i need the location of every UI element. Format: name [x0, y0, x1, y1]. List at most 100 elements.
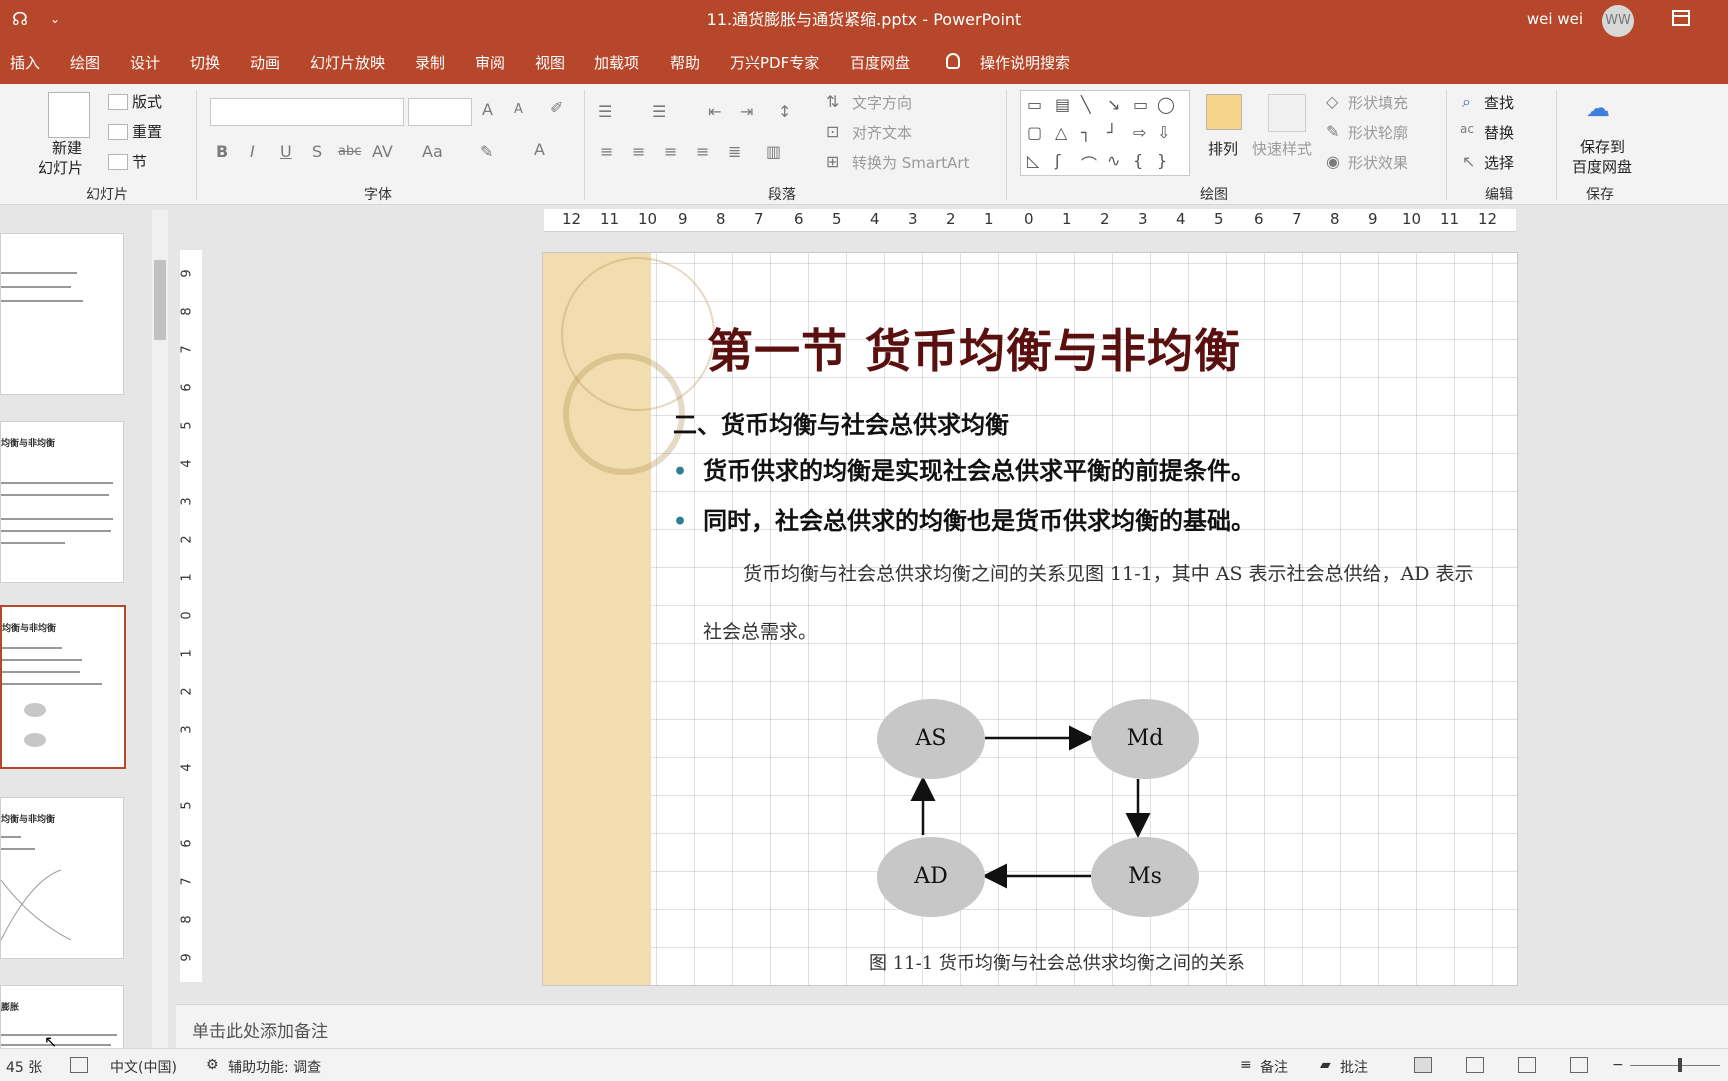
align-right-icon[interactable]: ≡: [664, 142, 677, 161]
oval-icon[interactable]: ◯: [1157, 95, 1175, 114]
replace-button[interactable]: 替换: [1484, 122, 1514, 143]
arrange-icon[interactable]: [1206, 94, 1242, 130]
tab-animations[interactable]: 动画: [250, 42, 280, 84]
align-text-button[interactable]: 对齐文本: [852, 122, 912, 143]
numbering-icon[interactable]: ☰: [652, 102, 666, 121]
scrollbar-thumb[interactable]: [154, 260, 166, 340]
left-brace-icon[interactable]: {: [1133, 151, 1143, 170]
tab-help[interactable]: 帮助: [670, 42, 700, 84]
curve-icon[interactable]: ∿: [1107, 151, 1120, 170]
vertical-textbox-icon[interactable]: ▤: [1055, 95, 1070, 114]
shrink-font-icon[interactable]: A: [514, 102, 523, 117]
reading-view-icon[interactable]: [1518, 1057, 1536, 1073]
font-color-button[interactable]: A: [534, 140, 545, 159]
user-name[interactable]: wei wei: [1527, 10, 1583, 28]
tab-transitions[interactable]: 切换: [190, 42, 220, 84]
normal-view-icon[interactable]: [1414, 1057, 1432, 1073]
new-slide-icon[interactable]: [48, 92, 90, 138]
slide-thumbnail[interactable]: 均衡与非均衡: [0, 421, 124, 583]
shape-fill-button[interactable]: 形状填充: [1348, 92, 1408, 113]
elbow-connector-icon[interactable]: ┘: [1107, 123, 1117, 142]
connector-icon[interactable]: ┐: [1081, 123, 1091, 142]
tab-record[interactable]: 录制: [415, 42, 445, 84]
clear-formatting-icon[interactable]: ✐: [550, 98, 563, 117]
scribble-icon[interactable]: ʃ: [1055, 151, 1060, 170]
accessibility-status[interactable]: 辅助功能: 调查: [228, 1057, 321, 1077]
character-spacing-button[interactable]: AV: [372, 142, 393, 161]
arrange-button[interactable]: 排列: [1208, 138, 1238, 159]
rounded-rect-icon[interactable]: ▢: [1027, 123, 1042, 142]
down-arrow-icon[interactable]: ⇩: [1157, 123, 1170, 142]
comments-toggle[interactable]: 批注: [1340, 1057, 1368, 1077]
slide-thumbnail[interactable]: [0, 233, 124, 395]
change-case-button[interactable]: Aa: [422, 142, 443, 161]
grow-font-icon[interactable]: A: [482, 100, 493, 119]
diagram-node-ms[interactable]: Ms: [1091, 837, 1199, 917]
quick-styles-icon[interactable]: [1268, 94, 1306, 132]
shape-outline-button[interactable]: 形状轮廓: [1348, 122, 1408, 143]
tab-slideshow[interactable]: 幻灯片放映: [310, 42, 385, 84]
avatar[interactable]: WW: [1602, 5, 1634, 37]
arc-icon[interactable]: ⌒: [1081, 151, 1097, 175]
align-left-icon[interactable]: ≡: [600, 142, 613, 161]
save-to-label-2[interactable]: 百度网盘: [1572, 156, 1632, 177]
zoom-slider-thumb[interactable]: [1678, 1058, 1682, 1072]
spelling-check-icon[interactable]: [70, 1057, 88, 1073]
layout-button[interactable]: 版式: [132, 91, 162, 112]
align-center-icon[interactable]: ≡: [632, 142, 645, 161]
convert-smartart-button[interactable]: 转换为 SmartArt: [852, 152, 969, 173]
slide-thumbnail-selected[interactable]: 均衡与非均衡: [0, 605, 126, 769]
slide-sorter-icon[interactable]: [1466, 1057, 1484, 1073]
tab-review[interactable]: 审阅: [475, 42, 505, 84]
baidu-cloud-icon[interactable]: ☁: [1586, 94, 1610, 122]
thumbnail-scrollbar[interactable]: [152, 210, 168, 1048]
tab-baidu-netdisk[interactable]: 百度网盘: [850, 42, 910, 84]
find-button[interactable]: 查找: [1484, 92, 1514, 113]
strikethrough-button[interactable]: abc: [338, 144, 361, 159]
triangle-icon[interactable]: △: [1055, 123, 1067, 142]
arrow-line-icon[interactable]: ↘: [1107, 95, 1120, 114]
new-slide-label-1[interactable]: 新建: [52, 137, 82, 158]
right-brace-icon[interactable]: }: [1157, 151, 1167, 170]
notes-toggle[interactable]: 备注: [1260, 1057, 1288, 1077]
rectangle-icon[interactable]: ▭: [1133, 95, 1148, 114]
bullets-icon[interactable]: ☰: [598, 102, 612, 121]
increase-indent-icon[interactable]: ⇥: [740, 102, 753, 121]
reset-button[interactable]: 重置: [132, 121, 162, 142]
font-size-input[interactable]: [408, 98, 472, 126]
highlight-icon[interactable]: ✎: [480, 142, 493, 161]
tab-draw[interactable]: 绘图: [70, 42, 100, 84]
diagram-node-ad[interactable]: AD: [877, 837, 985, 917]
tab-design[interactable]: 设计: [130, 42, 160, 84]
line-spacing-icon[interactable]: ↕: [778, 102, 791, 121]
decrease-indent-icon[interactable]: ⇤: [708, 102, 721, 121]
underline-button[interactable]: U: [280, 142, 292, 161]
figure-caption[interactable]: 图 11-1 货币均衡与社会总供求均衡之间的关系: [869, 949, 1245, 975]
tab-insert[interactable]: 插入: [10, 42, 40, 84]
justify-icon[interactable]: ≡: [696, 142, 709, 161]
columns-icon[interactable]: ▥: [766, 142, 781, 161]
italic-button[interactable]: I: [250, 142, 255, 161]
textbox-icon[interactable]: ▭: [1027, 95, 1042, 114]
line-icon[interactable]: ╲: [1081, 95, 1091, 114]
notes-placeholder[interactable]: 单击此处添加备注: [192, 1017, 328, 1042]
shape-effects-button[interactable]: 形状效果: [1348, 152, 1408, 173]
text-shadow-button[interactable]: S: [312, 142, 322, 161]
distributed-icon[interactable]: ≣: [728, 142, 741, 161]
tab-view[interactable]: 视图: [535, 42, 565, 84]
ribbon-display-options-icon[interactable]: [1672, 10, 1690, 26]
section-button[interactable]: 节: [132, 151, 147, 172]
font-name-input[interactable]: [210, 98, 404, 126]
freeform-icon[interactable]: ◺: [1027, 151, 1039, 170]
zoom-slider[interactable]: [1630, 1065, 1720, 1066]
new-slide-label-2[interactable]: 幻灯片: [38, 157, 83, 178]
slide-thumbnail[interactable]: 膨胀: [0, 985, 124, 1057]
zoom-out-icon[interactable]: −: [1612, 1057, 1624, 1073]
slide-thumbnail[interactable]: 均衡与非均衡: [0, 797, 124, 959]
slide-canvas[interactable]: 第一节 货币均衡与非均衡 二、货币均衡与社会总供求均衡 • 货币供求的均衡是实现社…: [542, 252, 1518, 986]
shapes-gallery[interactable]: ▭ ▤ ╲ ↘ ▭ ◯ ▢ △ ┐ ┘ ⇨ ⇩ ◺ ʃ ⌒ ∿ { }: [1020, 90, 1190, 176]
notes-pane[interactable]: 单击此处添加备注: [176, 1004, 1728, 1049]
tell-me-search[interactable]: 操作说明搜索: [980, 42, 1070, 84]
slideshow-icon[interactable]: [1570, 1057, 1588, 1073]
diagram-node-md[interactable]: Md: [1091, 699, 1199, 779]
